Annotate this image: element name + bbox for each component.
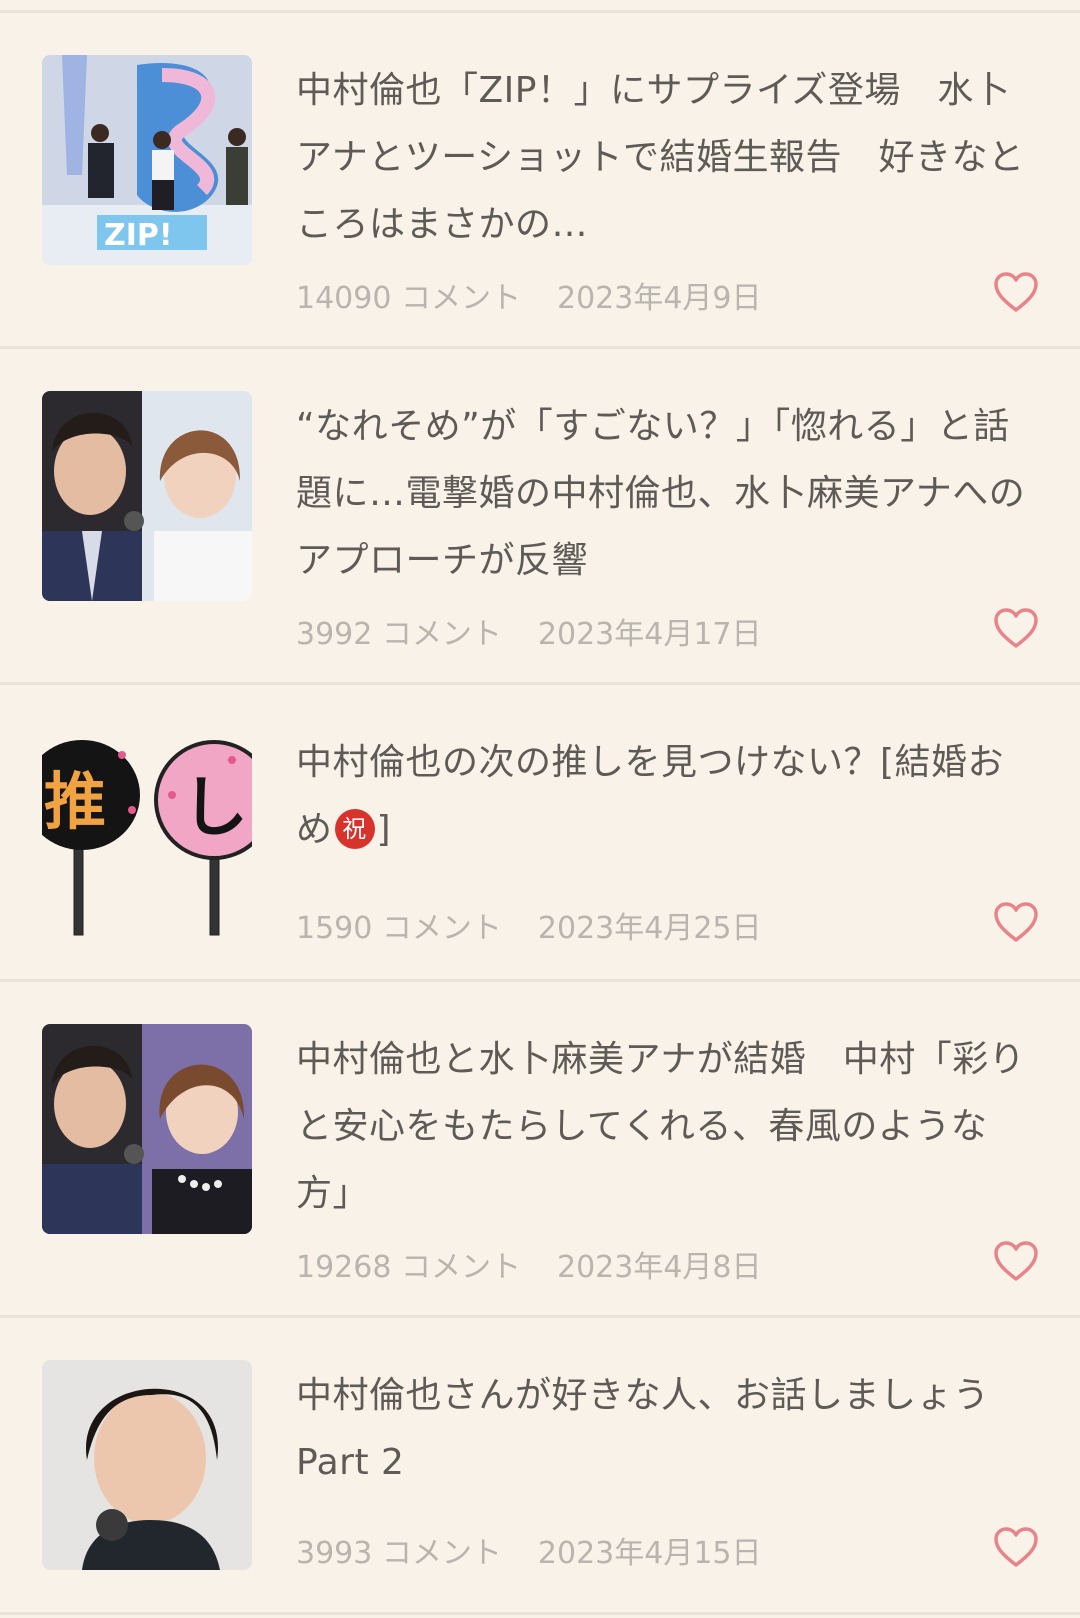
- article-title[interactable]: 中村倫也の次の推しを見つけない？[結婚おめ祝]: [296, 729, 1036, 863]
- article-title-suffix: ]: [376, 809, 392, 850]
- heart-icon[interactable]: [993, 271, 1039, 317]
- article-title[interactable]: 中村倫也「ZIP！」にサプライズ登場 水卜アナとツーショットで結婚生報告 好きな…: [296, 57, 1036, 258]
- thumbnail-image[interactable]: ZIP!: [42, 55, 252, 265]
- list-item[interactable]: “なれそめ”が「すごない？」「惚れる」と話題に…電撃婚の中村倫也、水卜麻美アナへ…: [0, 349, 1080, 685]
- heart-icon[interactable]: [993, 1240, 1039, 1286]
- uchiwa-fan-illustration-icon: 推 し: [42, 735, 252, 945]
- thumbnail-image[interactable]: [42, 391, 252, 601]
- comment-count: 14090 コメント: [296, 281, 521, 316]
- article-title[interactable]: 中村倫也と水卜麻美アナが結婚 中村「彩りと安心をもたらしてくれる、春風のような方…: [296, 1026, 1036, 1227]
- article-meta: 1590 コメント 2023年4月25日: [296, 903, 762, 947]
- tv-studio-photo-icon: ZIP!: [42, 55, 252, 265]
- article-meta: 3992 コメント 2023年4月17日: [296, 609, 762, 653]
- list-item[interactable]: 中村倫也さんが好きな人、お話しましょう Part 2 3993 コメント 2023…: [0, 1318, 1080, 1615]
- comment-count: 19268 コメント: [296, 1250, 521, 1285]
- couple-photo-icon: [42, 1024, 252, 1234]
- svg-text:ZIP!: ZIP!: [104, 218, 173, 253]
- thumbnail-image[interactable]: 推 し: [42, 735, 252, 945]
- portrait-photo-icon: [42, 1360, 252, 1570]
- article-meta: 14090 コメント 2023年4月9日: [296, 273, 762, 317]
- comment-count: 1590 コメント: [296, 911, 502, 946]
- article-date: 2023年4月9日: [556, 281, 762, 316]
- article-meta: 19268 コメント 2023年4月8日: [296, 1242, 762, 1286]
- thumb-text-1: 推: [44, 765, 106, 838]
- article-date: 2023年4月8日: [556, 1250, 762, 1285]
- list-item[interactable]: 中村倫也と水卜麻美アナが結婚 中村「彩りと安心をもたらしてくれる、春風のような方…: [0, 982, 1080, 1318]
- comment-count: 3993 コメント: [296, 1536, 502, 1571]
- top-divider: [0, 0, 1080, 13]
- article-list: ZIP! 中村倫也「ZIP！」にサプライズ登場 水卜アナとツーショットで結婚生報…: [0, 13, 1080, 1615]
- celebration-badge: 祝: [334, 809, 375, 849]
- article-date: 2023年4月25日: [537, 911, 762, 946]
- heart-icon[interactable]: [993, 607, 1039, 653]
- article-date: 2023年4月15日: [537, 1536, 762, 1571]
- comment-count: 3992 コメント: [296, 617, 502, 652]
- heart-icon[interactable]: [993, 901, 1039, 947]
- thumbnail-image[interactable]: [42, 1024, 252, 1234]
- heart-icon[interactable]: [993, 1526, 1039, 1572]
- list-item[interactable]: 推 し 中村倫也の次の推しを見つけない？[結婚おめ祝] 1590 コメント 202…: [0, 685, 1080, 982]
- article-meta: 3993 コメント 2023年4月15日: [296, 1528, 762, 1572]
- article-title[interactable]: “なれそめ”が「すごない？」「惚れる」と話題に…電撃婚の中村倫也、水卜麻美アナへ…: [296, 393, 1036, 594]
- article-date: 2023年4月17日: [537, 617, 762, 652]
- list-item[interactable]: ZIP! 中村倫也「ZIP！」にサプライズ登場 水卜アナとツーショットで結婚生報…: [0, 13, 1080, 349]
- couple-photo-icon: [42, 391, 252, 601]
- article-title-text: 中村倫也の次の推しを見つけない？[結婚おめ: [296, 742, 1005, 850]
- article-title[interactable]: 中村倫也さんが好きな人、お話しましょう Part 2: [296, 1362, 1036, 1496]
- thumbnail-image[interactable]: [42, 1360, 252, 1570]
- thumb-text-2: し: [182, 769, 248, 846]
